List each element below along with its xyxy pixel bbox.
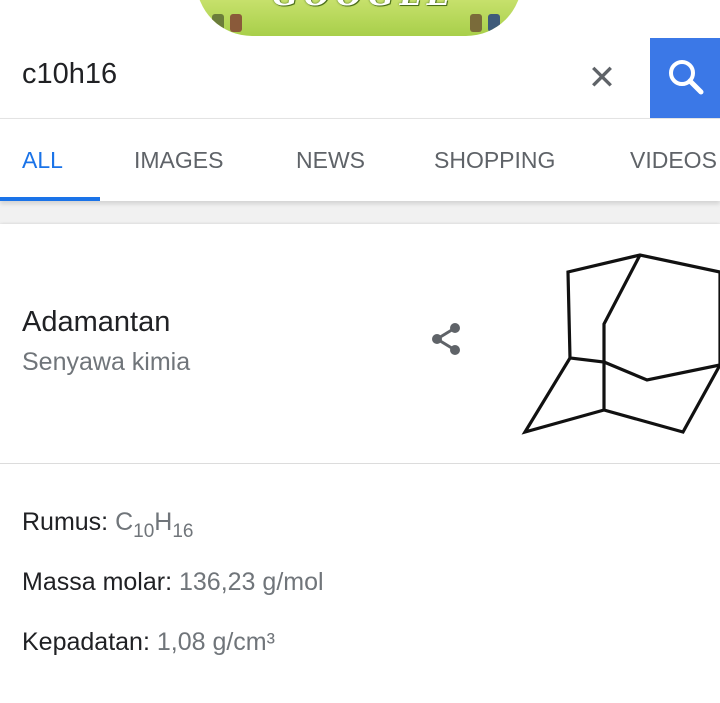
- tab-news[interactable]: NEWS: [296, 147, 365, 174]
- google-doodle[interactable]: GOOGLE: [0, 0, 720, 38]
- tab-videos[interactable]: VIDEOS: [630, 147, 717, 174]
- divider: [0, 463, 720, 464]
- entity-title[interactable]: Adamantan: [22, 306, 170, 339]
- share-button[interactable]: [426, 320, 466, 360]
- tab-shopping[interactable]: SHOPPING: [434, 147, 555, 174]
- entity-subtitle: Senyawa kimia: [22, 348, 191, 376]
- active-tab-indicator: [0, 197, 100, 201]
- fact-molar-mass: Massa molar: 136,23 g/mol: [22, 568, 324, 597]
- tab-all[interactable]: ALL: [22, 147, 63, 174]
- fact-value: 136,23 g/mol: [179, 568, 324, 596]
- search-tabs: ALL IMAGES NEWS SHOPPING VIDEOS: [0, 118, 720, 201]
- doodle-figure: [212, 14, 224, 32]
- search-input[interactable]: c10h16: [22, 58, 117, 91]
- doodle-figure: [230, 14, 242, 32]
- doodle-figure: [488, 14, 500, 32]
- fact-formula: Rumus: C10H16: [22, 508, 194, 542]
- search-icon: [669, 60, 704, 95]
- fact-label: Massa molar:: [22, 568, 173, 596]
- close-icon: ✕: [587, 59, 617, 97]
- clear-button[interactable]: ✕: [584, 58, 620, 98]
- share-icon: [432, 323, 460, 355]
- search-bar: c10h16 ✕: [0, 38, 720, 118]
- doodle-figure: [470, 14, 482, 32]
- fact-value: C10H16: [115, 508, 194, 542]
- tab-images[interactable]: IMAGES: [134, 147, 223, 174]
- fact-value: 1,08 g/cm³: [156, 628, 275, 656]
- fact-density: Kepadatan: 1,08 g/cm³: [22, 628, 275, 657]
- knowledge-panel: Adamantan Senyawa kimia Rumus: C10H16 Ma…: [0, 224, 720, 703]
- doodle-banner: GOOGLE: [196, 0, 522, 36]
- fact-label: Rumus:: [22, 508, 109, 536]
- molecule-image[interactable]: [518, 250, 720, 438]
- fact-label: Kepadatan:: [22, 628, 150, 656]
- doodle-logo-text: GOOGLE: [244, 0, 484, 13]
- search-button[interactable]: [650, 38, 720, 118]
- adamantane-structure-icon: [521, 253, 720, 435]
